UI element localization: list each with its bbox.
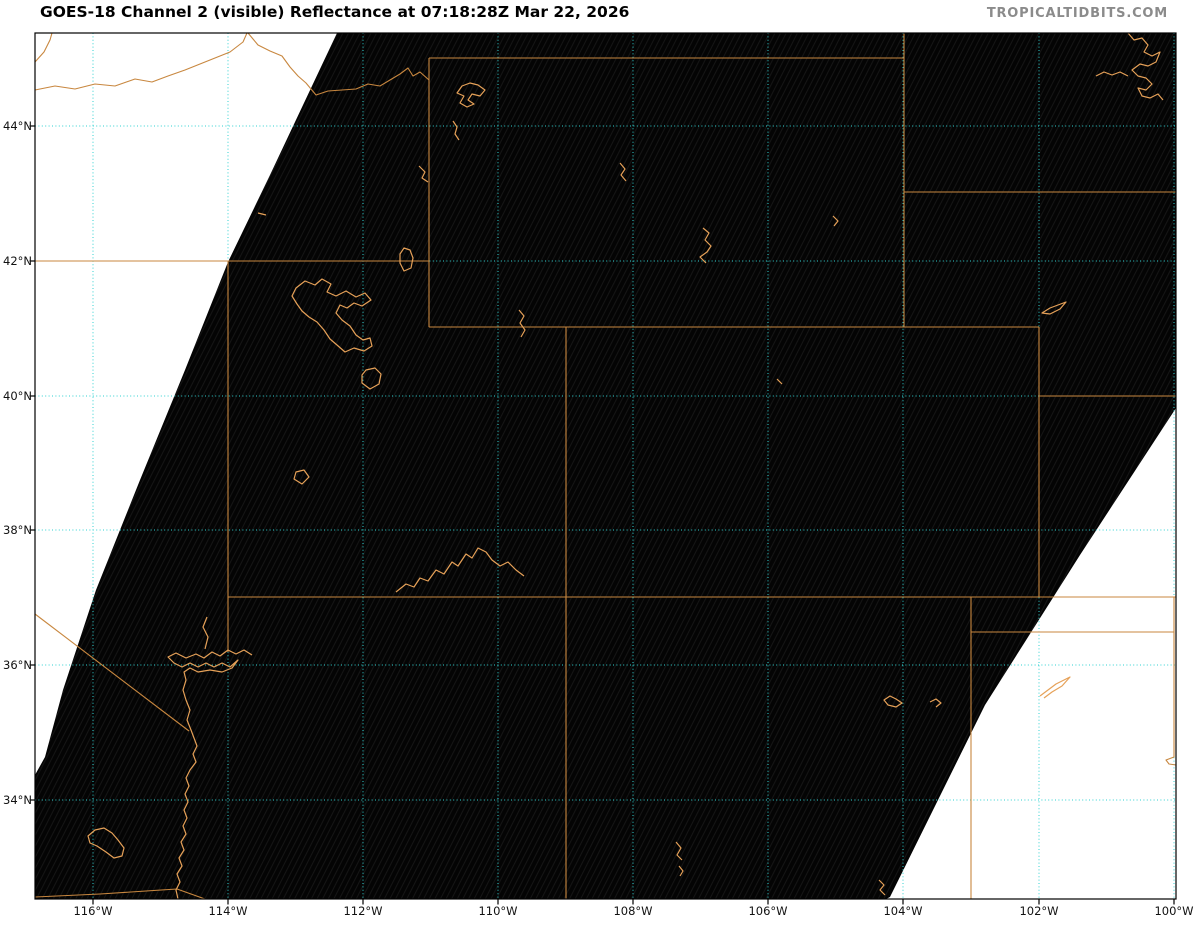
y-tick-label: 44°N (3, 119, 32, 133)
y-tick-label: 38°N (3, 523, 32, 537)
x-tick-label: 106°W (748, 904, 788, 918)
x-tick-label: 102°W (1019, 904, 1059, 918)
x-tick-label: 110°W (478, 904, 518, 918)
satellite-map-viewer: GOES-18 Channel 2 (visible) Reflectance … (0, 0, 1200, 929)
y-tick-label: 40°N (3, 389, 32, 403)
x-tick-label: 100°W (1154, 904, 1194, 918)
y-tick-label: 36°N (3, 658, 32, 672)
x-tick-label: 104°W (883, 904, 923, 918)
x-tick-label: 116°W (73, 904, 113, 918)
satellite-map-canvas (29, 32, 1177, 905)
x-tick-label: 112°W (343, 904, 383, 918)
y-tick-label: 42°N (3, 254, 32, 268)
x-tick-label: 114°W (208, 904, 248, 918)
x-tick-label: 108°W (613, 904, 653, 918)
y-tick-label: 34°N (3, 793, 32, 807)
